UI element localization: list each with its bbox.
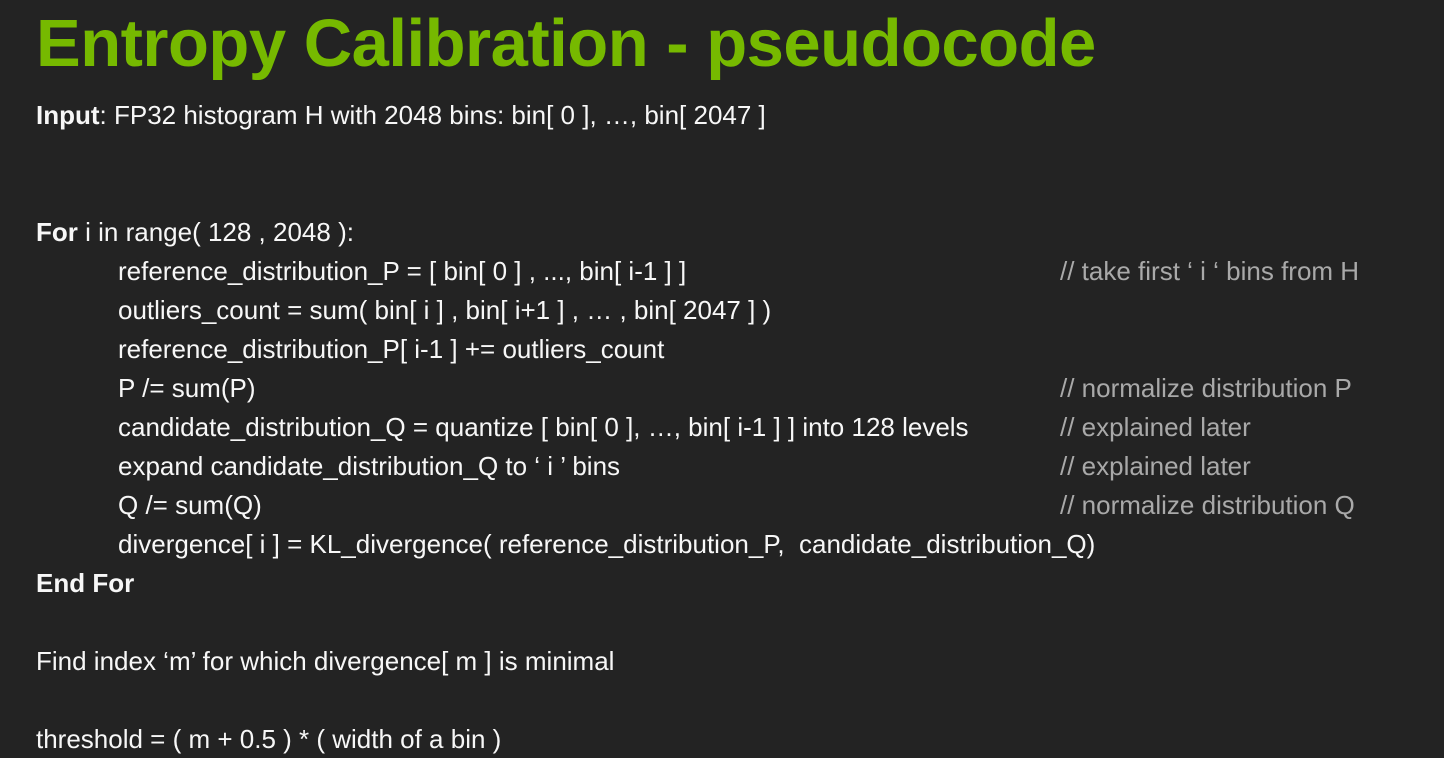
spacer-line-2: [36, 174, 1436, 213]
code-line: outliers_count = sum( bin[ i ] , bin[ i+…: [36, 291, 1436, 330]
code-comment: // take first ‘ i ‘ bins from H: [1060, 256, 1360, 286]
for-loop-header: For i in range( 128 , 2048 ):: [36, 213, 1436, 252]
slide-canvas: Entropy Calibration - pseudocode Input: …: [0, 0, 1444, 758]
spacer-line-4: [36, 681, 1436, 720]
code-line: divergence[ i ] = KL_divergence( referen…: [36, 525, 1436, 564]
page-title: Entropy Calibration - pseudocode: [36, 6, 1096, 81]
code-comment: // explained later: [1060, 412, 1251, 442]
code-line: expand candidate_distribution_Q to ‘ i ’…: [36, 447, 1436, 486]
code-comment: // explained later: [1060, 451, 1251, 481]
end-for-line: End For: [36, 564, 1436, 603]
code-line: reference_distribution_P[ i-1 ] += outli…: [36, 330, 1436, 369]
code-statement: expand candidate_distribution_Q to ‘ i ’…: [118, 451, 621, 481]
threshold-line: threshold = ( m + 0.5 ) * ( width of a b…: [36, 724, 502, 754]
for-keyword: For: [36, 217, 78, 247]
end-for-keyword: End For: [36, 568, 135, 598]
code-line: candidate_distribution_Q = quantize [ bi…: [36, 408, 1436, 447]
code-line: Q /= sum(Q) // normalize distribution Q: [36, 486, 1436, 525]
input-label: Input: [36, 100, 100, 130]
pseudocode-block: Input: FP32 histogram H with 2048 bins: …: [36, 96, 1436, 758]
spacer-line-1: [36, 135, 1436, 174]
input-line: Input: FP32 histogram H with 2048 bins: …: [36, 96, 1436, 135]
code-statement: divergence[ i ] = KL_divergence( referen…: [118, 529, 1096, 559]
code-statement: reference_distribution_P[ i-1 ] += outli…: [118, 334, 665, 364]
for-range: i in range( 128 , 2048 ):: [77, 217, 354, 247]
spacer-line-3: [36, 603, 1436, 642]
code-comment: // normalize distribution P: [1060, 373, 1352, 403]
code-statement: P /= sum(P): [118, 373, 256, 403]
code-statement: Q /= sum(Q): [118, 490, 262, 520]
input-description: : FP32 histogram H with 2048 bins: bin[ …: [99, 100, 766, 130]
code-statement: reference_distribution_P = [ bin[ 0 ] , …: [118, 256, 687, 286]
code-statement: candidate_distribution_Q = quantize [ bi…: [118, 412, 969, 442]
code-comment: // normalize distribution Q: [1060, 490, 1355, 520]
find-index-line: Find index ‘m’ for which divergence[ m ]…: [36, 646, 615, 676]
code-statement: outliers_count = sum( bin[ i ] , bin[ i+…: [118, 295, 772, 325]
code-line: reference_distribution_P = [ bin[ 0 ] , …: [36, 252, 1436, 291]
code-line: P /= sum(P) // normalize distribution P: [36, 369, 1436, 408]
